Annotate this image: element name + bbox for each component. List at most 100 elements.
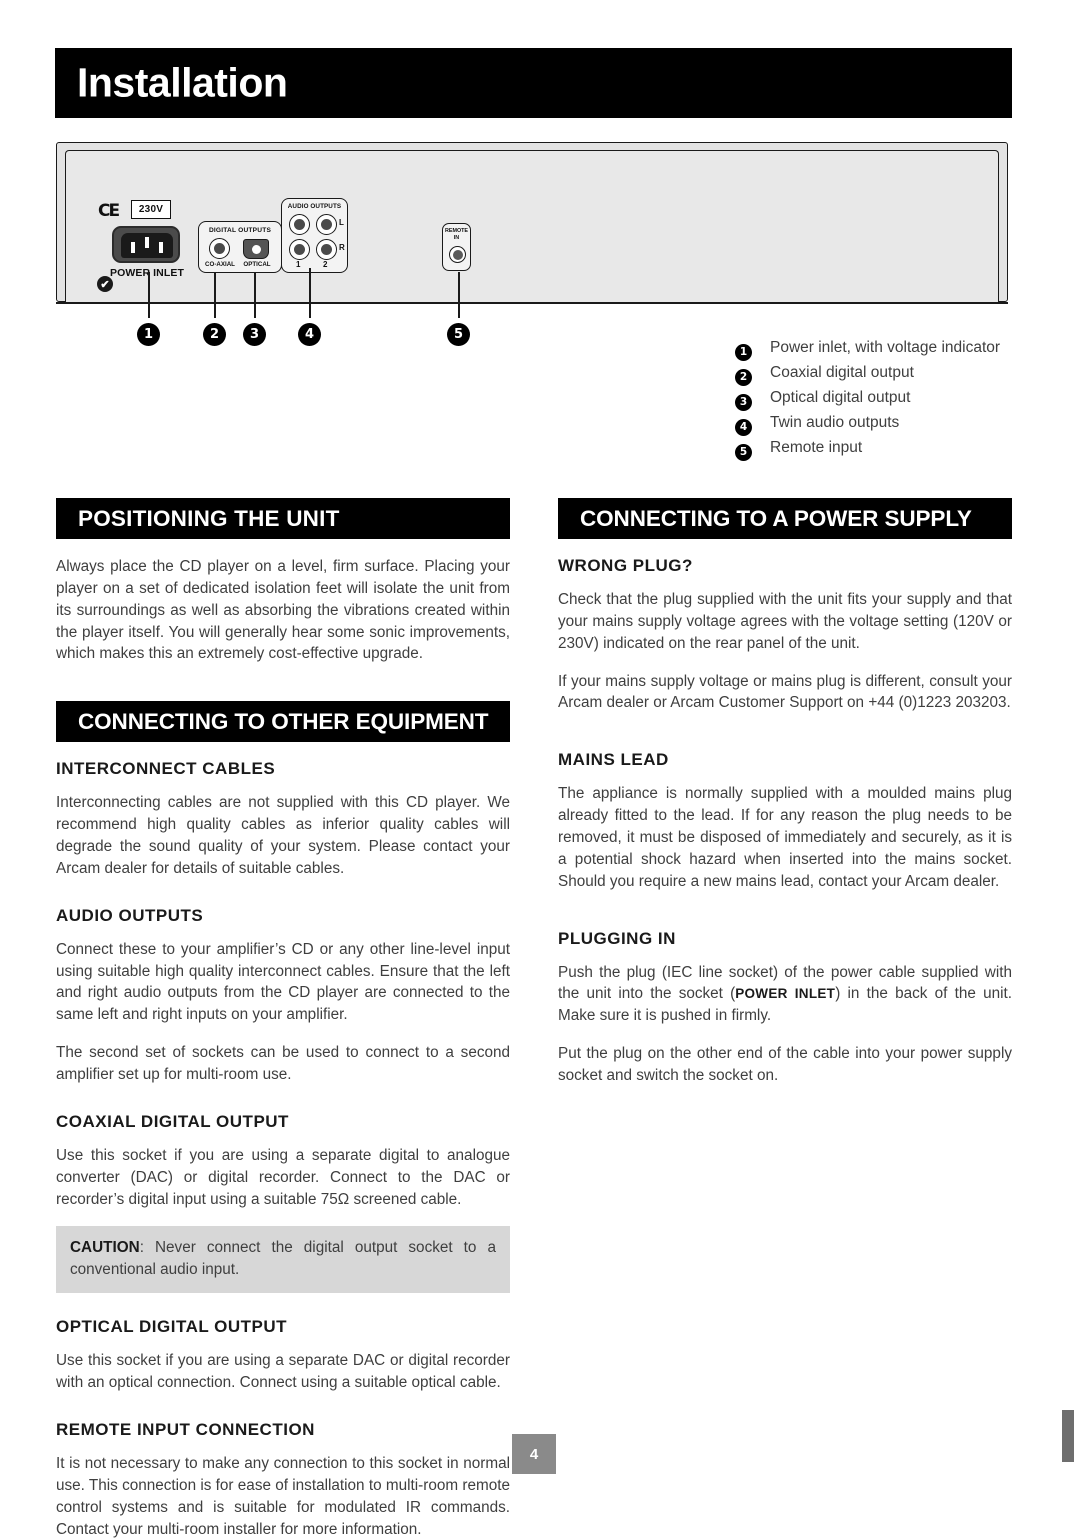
power-inlet-caption: POWER INLET [109,267,184,279]
callout-marker-3: 3 [243,323,266,346]
audio-pin [321,219,332,230]
remote-input-caption: REMOTE IN [443,228,470,242]
leader-line-4 [309,268,311,318]
leader-line-5 [458,272,460,318]
diagram-legend: 1 Power inlet, with voltage indicator 2 … [735,338,1025,463]
ce-mark-icon: CE [98,201,120,221]
wrong-plug-body-1: Check that the plug supplied with the un… [558,591,1012,652]
audio-socket-icon [289,239,310,260]
legend-item: 2 Coaxial digital output [735,363,1025,386]
optical-digital-output-body: Use this socket if you are using a separ… [56,1352,510,1392]
callout-marker-2: 2 [203,323,226,346]
audio-socket-icon [289,214,310,235]
power-inlet-inline-label: POWER INLET [735,986,836,1002]
legend-item: 1 Power inlet, with voltage indicator [735,338,1025,361]
power-inlet-face [121,233,173,258]
audio-outputs-block: AUDIO OUTPUTS L R 1 2 [281,198,348,273]
legend-marker-1: 1 [735,343,752,361]
remote-jack-pin [452,249,463,260]
heading-mains-lead: MAINS LEAD [558,750,669,770]
section-bar-positioning: POSITIONING THE UNIT [56,498,510,539]
edge-register-mark [1062,1410,1074,1462]
audio-set-one-label: 1 [296,260,301,269]
legend-label-2: Coaxial digital output [770,364,914,381]
remote-jack-icon [449,246,466,263]
page-title-bar: Installation [55,48,1012,118]
document-page: Installation CE 230V POWER INLET ✔ DIGIT… [0,0,1080,1538]
caution-text: CAUTION: Never connect the digital outpu… [70,1237,496,1280]
legend-marker-3: 3 [735,393,752,411]
legend-label-1: Power inlet, with voltage indicator [770,339,1001,356]
rear-panel-illustration: CE 230V POWER INLET ✔ DIGITAL OUTPUTS CO… [56,142,1008,302]
audio-set-two-label: 2 [323,260,328,269]
optical-hole [251,244,261,254]
coaxial-digital-output-body: Use this socket if you are using a separ… [56,1146,510,1208]
remote-caption-line2: IN [453,234,460,241]
audio-socket-icon [316,214,337,235]
section-bar-power-supply: CONNECTING TO A POWER SUPPLY [558,498,1012,539]
optical-label: OPTICAL [243,261,271,268]
coaxial-socket-icon [209,238,230,259]
audio-left-label: L [339,218,344,227]
leader-line-3 [254,272,256,318]
audio-right-label: R [339,243,345,252]
legend-item: 3 Optical digital output [735,388,1025,411]
audio-pin [294,219,305,230]
heading-audio-outputs: AUDIO OUTPUTS [56,905,204,925]
plugging-in-body-1: Push the plug (IEC line socket) of the p… [558,962,1012,1028]
wrong-plug-body-2: If your mains supply voltage or mains pl… [558,672,1012,712]
approval-tick-icon: ✔ [97,276,113,292]
audio-pin [321,244,332,255]
heading-plugging-in: PLUGGING IN [558,928,676,948]
page-number: 4 [512,1434,556,1474]
heading-interconnect-cables: INTERCONNECT CABLES [56,759,276,779]
legend-label-5: Remote input [770,439,863,456]
legend-marker-4: 4 [735,418,752,436]
digital-outputs-caption: DIGITAL OUTPUTS [208,227,272,234]
power-inlet-pin [159,242,163,253]
legend-label-4: Twin audio outputs [770,414,900,431]
mains-lead-body: The appliance is normally supplied with … [558,785,1012,890]
power-inlet-pin [131,242,135,253]
audio-pin [294,244,305,255]
leader-line-2 [214,272,216,318]
heading-optical-digital-output: OPTICAL DIGITAL OUTPUT [56,1317,288,1337]
positioning-body: Always place the CD player on a level, f… [56,558,510,663]
optical-socket-icon [243,239,269,259]
power-inlet-socket-icon [112,226,180,263]
page-title: Installation [77,59,288,106]
leader-line-1 [148,272,150,318]
left-column: POSITIONING THE UNIT Always place the CD… [56,498,510,1540]
legend-marker-2: 2 [735,368,752,386]
callout-marker-4: 4 [298,323,321,346]
legend-item: 4 Twin audio outputs [735,413,1025,436]
interconnect-cables-body: Interconnecting cables are not supplied … [56,794,510,877]
caution-box: CAUTION: Never connect the digital outpu… [56,1226,510,1294]
digital-outputs-block: DIGITAL OUTPUTS CO-AXIAL OPTICAL [198,221,282,273]
remote-caption-line1: REMOTE [444,228,469,234]
caution-label: CAUTION [70,1239,140,1257]
audio-outputs-body-2: The second set of sockets can be used to… [56,1044,510,1084]
right-column: CONNECTING TO A POWER SUPPLY WRONG PLUG?… [558,498,1012,1087]
audio-socket-icon [316,239,337,260]
section-bar-connecting-other: CONNECTING TO OTHER EQUIPMENT [56,701,510,743]
power-inlet-pin [145,237,149,248]
panel-baseline [56,302,1008,304]
plugging-in-body-2: Put the plug on the other end of the cab… [558,1045,1012,1085]
legend-item: 5 Remote input [735,438,1025,461]
legend-label-3: Optical digital output [770,389,911,406]
voltage-indicator-label: 230V [131,200,171,219]
callout-marker-5: 5 [447,323,470,346]
audio-outputs-caption: AUDIO OUTPUTS [287,203,342,210]
heading-coaxial-digital-output: COAXIAL DIGITAL OUTPUT [56,1111,289,1131]
callout-marker-1: 1 [137,323,160,346]
coaxial-pin [214,243,225,254]
heading-remote-input-connection: REMOTE INPUT CONNECTION [56,1420,315,1439]
coaxial-label: CO-AXIAL [205,261,235,268]
